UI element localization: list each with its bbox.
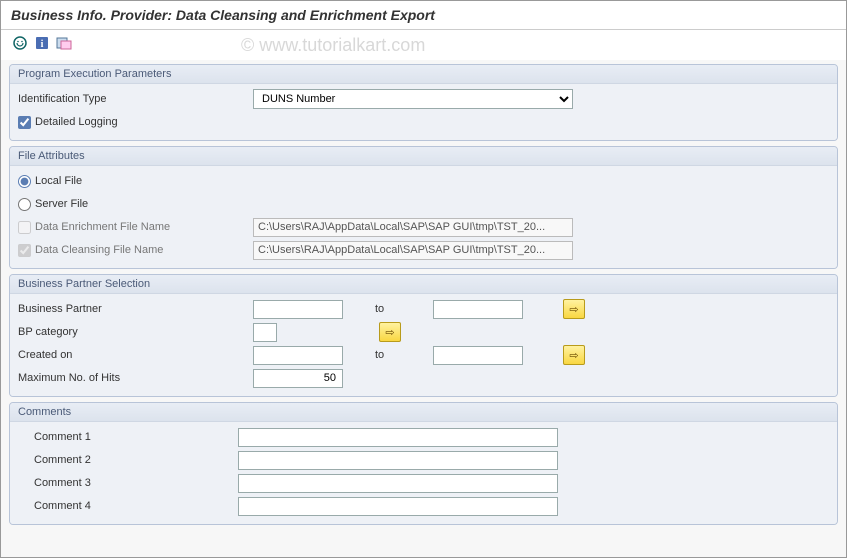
id-type-label: Identification Type (18, 93, 253, 105)
comment4-label: Comment 4 (18, 500, 238, 512)
bp-cat-multi-button[interactable]: ⇨ (379, 322, 401, 342)
arrow-icon: ⇨ (569, 303, 578, 316)
page-title: Business Info. Provider: Data Cleansing … (11, 7, 836, 23)
server-file-field[interactable]: Server File (18, 198, 253, 211)
group-file-title: File Attributes (10, 147, 837, 166)
local-file-field[interactable]: Local File (18, 175, 253, 188)
arrow-icon: ⇨ (385, 326, 394, 339)
server-file-radio[interactable] (18, 198, 31, 211)
created-from-input[interactable] (253, 346, 343, 365)
comment2-input[interactable] (238, 451, 558, 470)
group-bp-title: Business Partner Selection (10, 275, 837, 294)
cleanse-input (253, 241, 573, 260)
server-file-label: Server File (35, 198, 88, 210)
detailed-logging-field[interactable]: Detailed Logging (18, 116, 253, 129)
group-comments-title: Comments (10, 403, 837, 422)
detailed-logging-checkbox[interactable] (18, 116, 31, 129)
group-exec-params: Program Execution Parameters Identificat… (9, 64, 838, 141)
comment3-label: Comment 3 (18, 477, 238, 489)
local-file-label: Local File (35, 175, 82, 187)
enrich-checkbox (18, 221, 31, 234)
id-type-select[interactable]: DUNS Number (253, 89, 573, 109)
created-to-label: to (343, 349, 433, 361)
group-exec-title: Program Execution Parameters (10, 65, 837, 84)
execute-button[interactable] (11, 34, 29, 52)
group-file-attrs: File Attributes Local File Server File D… (9, 146, 838, 269)
created-multi-button[interactable]: ⇨ (563, 345, 585, 365)
bp-cat-label: BP category (18, 326, 253, 338)
enrich-field: Data Enrichment File Name (18, 221, 253, 234)
created-to-input[interactable] (433, 346, 523, 365)
cleanse-checkbox (18, 244, 31, 257)
bp-label: Business Partner (18, 303, 253, 315)
comment3-input[interactable] (238, 474, 558, 493)
maxhits-input[interactable] (253, 369, 343, 388)
created-label: Created on (18, 349, 253, 361)
bp-to-label: to (343, 303, 433, 315)
comment2-label: Comment 2 (18, 454, 238, 466)
comment1-input[interactable] (238, 428, 558, 447)
detailed-logging-label: Detailed Logging (35, 116, 118, 128)
variant-button[interactable] (55, 34, 73, 52)
comment4-input[interactable] (238, 497, 558, 516)
bp-from-input[interactable] (253, 300, 343, 319)
svg-text:i: i (41, 39, 44, 50)
bp-multi-button[interactable]: ⇨ (563, 299, 585, 319)
enrich-label: Data Enrichment File Name (35, 221, 170, 233)
cleanse-field: Data Cleansing File Name (18, 244, 253, 257)
bp-to-input[interactable] (433, 300, 523, 319)
group-bp-selection: Business Partner Selection Business Part… (9, 274, 838, 397)
local-file-radio[interactable] (18, 175, 31, 188)
group-comments: Comments Comment 1 Comment 2 Comment 3 C… (9, 402, 838, 525)
maxhits-label: Maximum No. of Hits (18, 372, 253, 384)
comment1-label: Comment 1 (18, 431, 238, 443)
arrow-icon: ⇨ (569, 349, 578, 362)
toolbar: i (1, 30, 846, 60)
info-button[interactable]: i (33, 34, 51, 52)
enrich-input (253, 218, 573, 237)
cleanse-label: Data Cleansing File Name (35, 244, 163, 256)
bp-cat-input[interactable] (253, 323, 277, 342)
